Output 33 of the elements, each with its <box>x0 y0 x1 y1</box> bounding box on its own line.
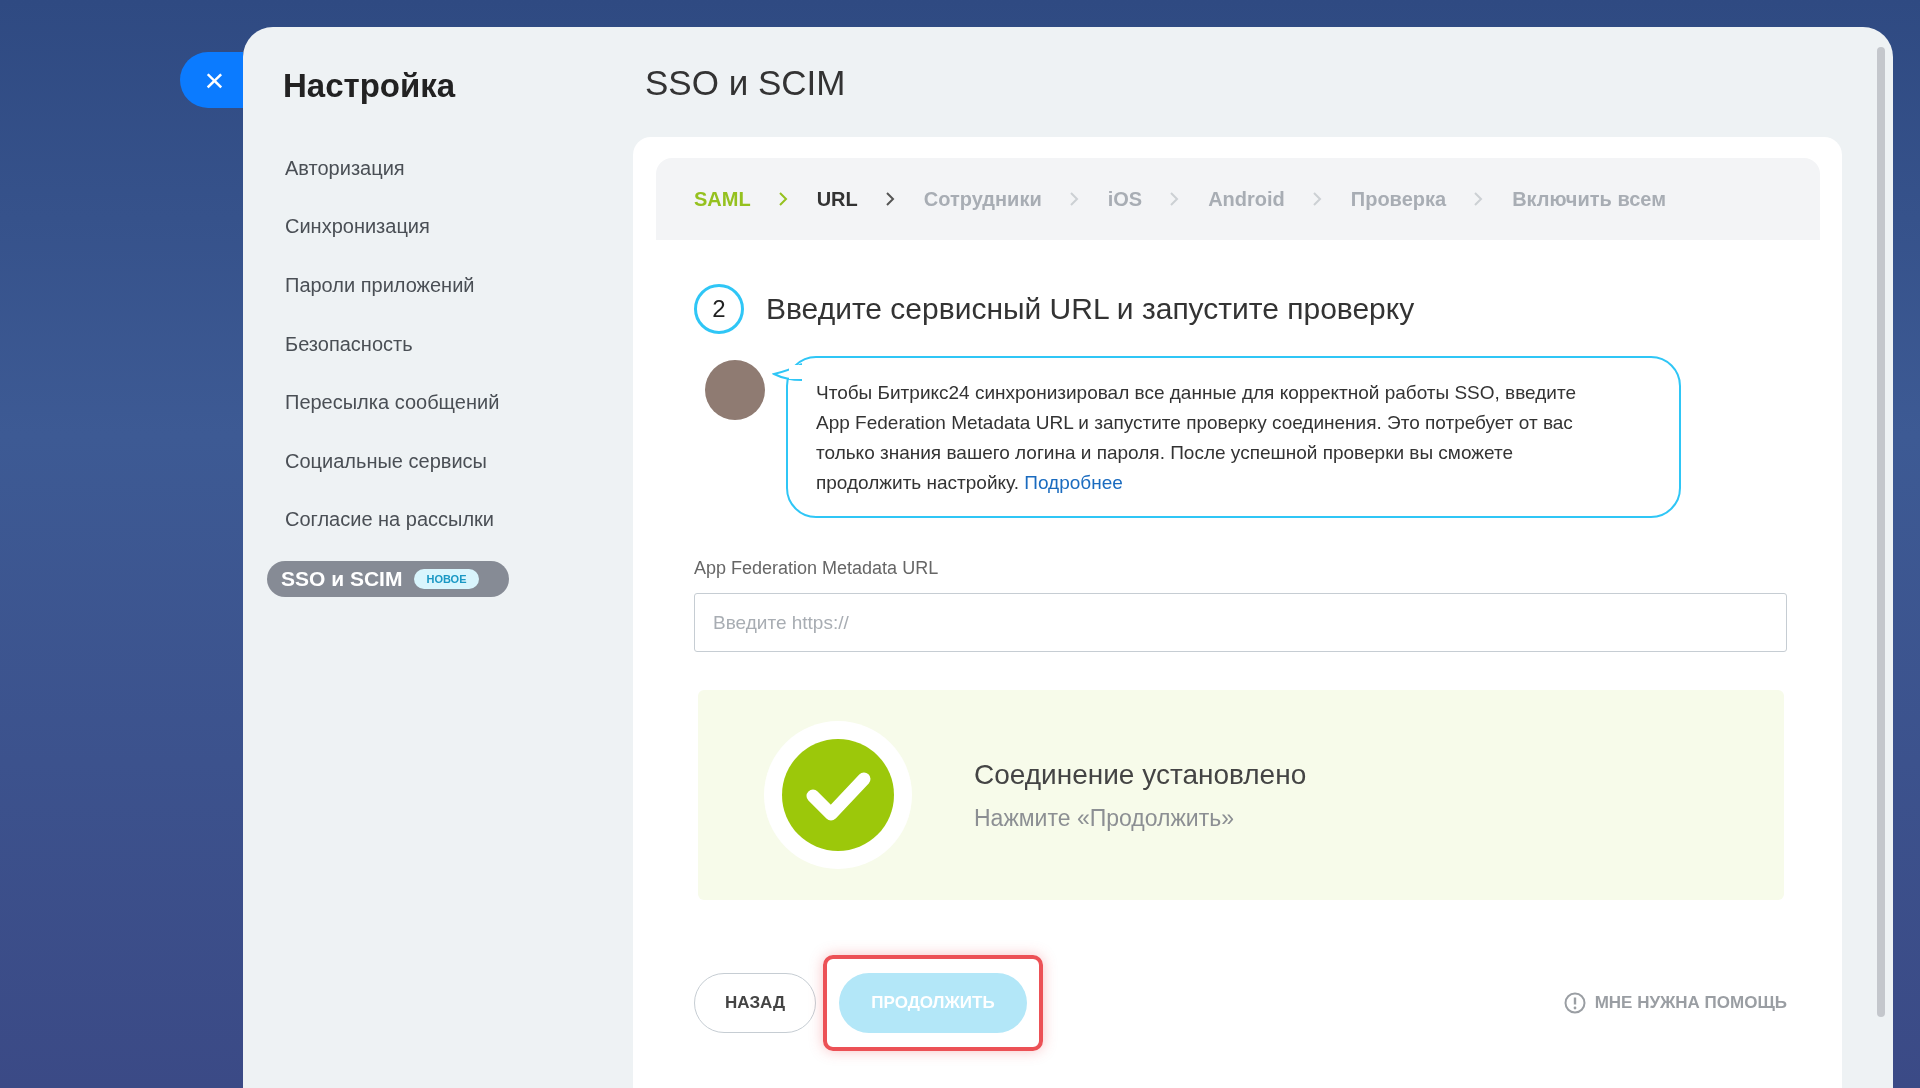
hint-text: Чтобы Битрикс24 синхронизировал все данные для корректной работы SSO, введите App Federation Metadata URL и запустите проверку соединения. Это потребует от вас только знания вашего логина и пароля. После успешной проверки вы сможете продолжить настройку. Подробнее <box>816 381 1577 495</box>
chevron-icon <box>1067 192 1080 206</box>
back-button[interactable]: НАЗАД <box>694 973 816 1033</box>
sidebar-item[interactable]: SSO и SCIM НОВОЕ <box>267 561 509 598</box>
chevron-icon <box>1310 192 1323 206</box>
sidebar-title: Настройка <box>283 67 457 105</box>
scrollbar[interactable] <box>1877 47 1885 1017</box>
sidebar-item[interactable]: Безопасность <box>267 314 413 374</box>
avatar <box>705 360 765 420</box>
step-label[interactable]: URL <box>816 187 858 211</box>
sidebar-item[interactable]: Пароли приложений <box>267 256 475 315</box>
chevron-icon <box>1472 192 1485 206</box>
sidebar-item-label: SSO и SCIM <box>281 567 403 592</box>
status-title: Соединение установлено <box>974 758 1307 791</box>
more-link[interactable]: Подробнее <box>1024 472 1123 493</box>
field-label: App Federation Metadata URL <box>694 558 939 579</box>
page-title: SSO и SCIM <box>644 62 847 104</box>
sidebar-item[interactable]: Синхронизация <box>267 197 430 257</box>
status-subtitle: Нажмите «Продолжить» <box>974 804 1235 832</box>
sidebar-item[interactable]: Согласие на рассылки <box>267 490 494 550</box>
chevron-icon <box>883 192 896 206</box>
sidebar-item[interactable]: Авторизация <box>267 139 405 198</box>
step-heading: Введите сервисный URL и запустите проверку <box>766 292 1415 326</box>
step-number: 2 <box>694 284 744 334</box>
sidebar-item[interactable]: Социальные сервисы <box>267 431 487 491</box>
url-input-field[interactable]: Введите https:// <box>694 593 1787 652</box>
new-badge: НОВОЕ <box>414 569 479 590</box>
close-button[interactable]: × <box>180 52 243 108</box>
alert-icon <box>1563 992 1586 1014</box>
sidebar-item[interactable]: Пересылка сообщений <box>267 373 500 432</box>
chevron-icon <box>1168 192 1181 206</box>
check-icon <box>763 720 913 870</box>
chevron-icon <box>776 192 789 206</box>
